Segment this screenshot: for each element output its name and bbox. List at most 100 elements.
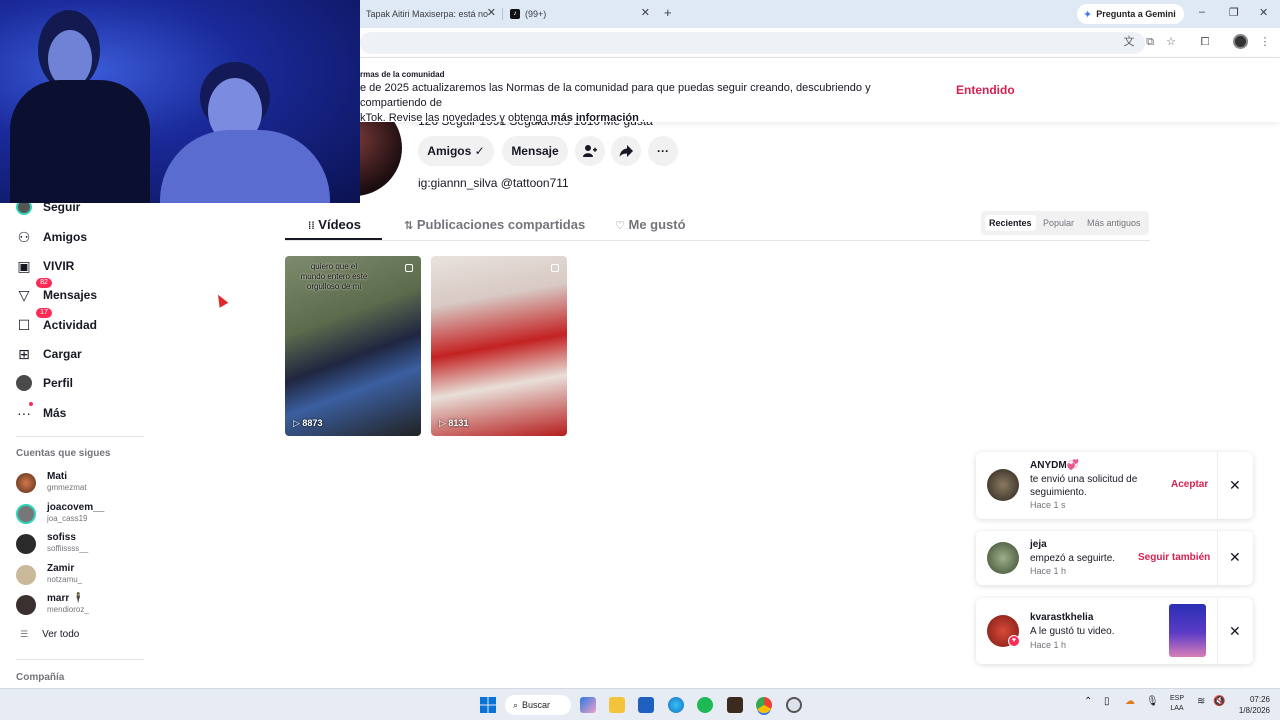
- close-icon[interactable]: ✕: [1229, 549, 1241, 566]
- sidebar-item-upload[interactable]: ⊞ Cargar: [16, 343, 82, 365]
- sidebar-item-label: Perfil: [43, 376, 74, 390]
- message-button[interactable]: Mensaje: [502, 136, 568, 166]
- share-button[interactable]: [611, 136, 641, 166]
- lang-code: ESP: [1169, 695, 1184, 702]
- account-username: joa_cass19: [47, 514, 88, 523]
- tab-liked-label: Me gustó: [628, 217, 686, 232]
- browser-profile-avatar[interactable]: [1233, 34, 1248, 49]
- wifi-icon[interactable]: ≋: [1197, 696, 1205, 707]
- video-view-count: 8873: [302, 418, 323, 428]
- notification-time: Hace 1 h: [1030, 640, 1067, 650]
- more-info-link[interactable]: más información: [551, 112, 639, 124]
- sort-oldest[interactable]: Más antiguos: [1083, 215, 1145, 231]
- tab-reposts-label: Publicaciones compartidas: [416, 217, 586, 232]
- account-name: sofiss: [47, 532, 76, 543]
- tab-close-icon[interactable]: ✕: [641, 6, 650, 19]
- understood-button[interactable]: Entendido: [956, 83, 1015, 97]
- sort-popular[interactable]: Popular: [1039, 215, 1078, 231]
- notification-text: te envió una solicitud de seguimiento.: [1030, 474, 1138, 498]
- microphone-icon[interactable]: 🎙: [1146, 696, 1159, 707]
- profile-bio: ig:giannn_silva @tattoon711: [418, 176, 569, 190]
- clock-time: 07:26: [1249, 695, 1270, 704]
- more-notification-dot: [29, 402, 33, 406]
- pinned-icon: [551, 264, 559, 272]
- mouse-cursor: [213, 292, 229, 308]
- profile-avatar-icon: [16, 375, 32, 391]
- avatar: [987, 469, 1019, 501]
- video-views: ▷ 8131: [439, 418, 469, 428]
- sidebar-item-activity[interactable]: ☐ 17 Actividad: [16, 308, 97, 336]
- sort-toggle: Recientes Popular Más antiguos: [981, 211, 1149, 235]
- obs-app-icon[interactable]: [786, 697, 802, 713]
- minimize-button[interactable]: –: [1199, 6, 1205, 18]
- close-icon[interactable]: ✕: [1229, 477, 1241, 494]
- browser-tab-active[interactable]: ♪ (99+) ✕: [504, 4, 654, 24]
- speaker-muted-icon[interactable]: 🔇: [1213, 696, 1225, 707]
- friends-button[interactable]: Amigos ✓: [418, 136, 494, 166]
- input-language[interactable]: ESP LAA: [1166, 694, 1188, 714]
- search-label: Buscar: [522, 700, 551, 710]
- spotify-app-icon[interactable]: [697, 697, 713, 713]
- taskbar-search[interactable]: ⌕ Buscar: [505, 695, 571, 715]
- live-icon: ▣: [17, 258, 31, 274]
- browser-menu-icon[interactable]: ⋮: [1258, 35, 1272, 49]
- cast-icon[interactable]: ⧉: [1143, 35, 1157, 49]
- add-friend-button[interactable]: [575, 136, 605, 166]
- more-options-button[interactable]: ···: [648, 136, 678, 166]
- edge-browser-icon[interactable]: [668, 697, 684, 713]
- lang-layout: LAA: [1170, 705, 1184, 712]
- copilot-app-icon[interactable]: [580, 697, 596, 713]
- store-app-icon[interactable]: [638, 697, 654, 713]
- accept-button[interactable]: Aceptar: [1171, 479, 1208, 490]
- tab-close-icon[interactable]: ✕: [487, 6, 496, 19]
- sidebar-item-profile[interactable]: Perfil: [16, 372, 73, 394]
- webcam-shirt-left: [10, 80, 150, 203]
- system-clock[interactable]: 07:26 1/8/2026: [1232, 694, 1270, 716]
- browser-tab[interactable]: Tapak Aitiri Maxiserpa: está no ✕: [360, 4, 500, 24]
- sidebar-item-live[interactable]: ▣ VIVIR: [16, 255, 74, 277]
- sidebar-item-friends[interactable]: ⚇ Amigos: [16, 226, 87, 248]
- url-input[interactable]: [360, 32, 1145, 54]
- close-icon[interactable]: ✕: [1229, 623, 1241, 640]
- follow-back-button[interactable]: Seguir también: [1138, 552, 1210, 563]
- bookmark-star-icon[interactable]: ☆: [1164, 35, 1178, 49]
- battery-icon[interactable]: ▯: [1104, 696, 1110, 707]
- close-window-button[interactable]: ✕: [1259, 6, 1268, 19]
- list-icon: ☰: [20, 629, 29, 639]
- video-card[interactable]: quiero que el mundo entero este orgullos…: [285, 256, 421, 436]
- tab-liked[interactable]: ♡ Me gustó: [615, 217, 686, 232]
- sidebar-divider: [16, 659, 144, 660]
- tab-videos[interactable]: ⁞⁞ Vídeos: [308, 217, 361, 232]
- notification-divider: [1217, 452, 1218, 519]
- gemini-button[interactable]: ✦ Pregunta a Gemini: [1077, 4, 1184, 24]
- extensions-icon[interactable]: ⧠: [1198, 35, 1212, 49]
- video-card[interactable]: ▷ 8131: [431, 256, 567, 436]
- tab-separator: [502, 8, 503, 20]
- cloud-sync-icon[interactable]: ☁: [1125, 696, 1135, 707]
- account-username: soffiissss__: [47, 544, 89, 553]
- notification-name: jeja: [1030, 539, 1047, 550]
- sidebar-item-more[interactable]: ··· Más: [16, 402, 66, 424]
- windows-start-icon[interactable]: [480, 697, 496, 713]
- tray-chevron-icon[interactable]: ⌃: [1084, 696, 1092, 707]
- video-views: ▷ 8873: [293, 418, 323, 428]
- avatar: [16, 534, 36, 554]
- video-view-count: 8131: [448, 418, 469, 428]
- sidebar-item-label: Cargar: [43, 347, 82, 361]
- tabs-divider: [285, 240, 1150, 241]
- translate-icon[interactable]: 文: [1122, 35, 1136, 49]
- maximize-button[interactable]: ❐: [1229, 6, 1239, 19]
- notification-new-follower: jeja empezó a seguirte. Hace 1 h Seguir …: [976, 531, 1253, 585]
- new-tab-button[interactable]: +: [664, 5, 672, 20]
- liked-video-thumbnail[interactable]: [1169, 604, 1206, 657]
- tab-reposts[interactable]: ⇅ Publicaciones compartidas: [404, 217, 585, 232]
- game-app-icon[interactable]: [727, 697, 743, 713]
- sidebar-item-messages[interactable]: ▽ 82 Mensajes: [16, 278, 97, 306]
- account-name: Zamir: [47, 563, 75, 574]
- sort-recent[interactable]: Recientes: [985, 215, 1036, 231]
- file-explorer-icon[interactable]: [609, 697, 625, 713]
- tiktok-favicon-icon: ♪: [510, 9, 520, 19]
- chrome-browser-icon[interactable]: [756, 697, 772, 713]
- sidebar-item-label: Más: [43, 406, 67, 420]
- see-all-button[interactable]: ☰ Ver todo: [20, 629, 79, 640]
